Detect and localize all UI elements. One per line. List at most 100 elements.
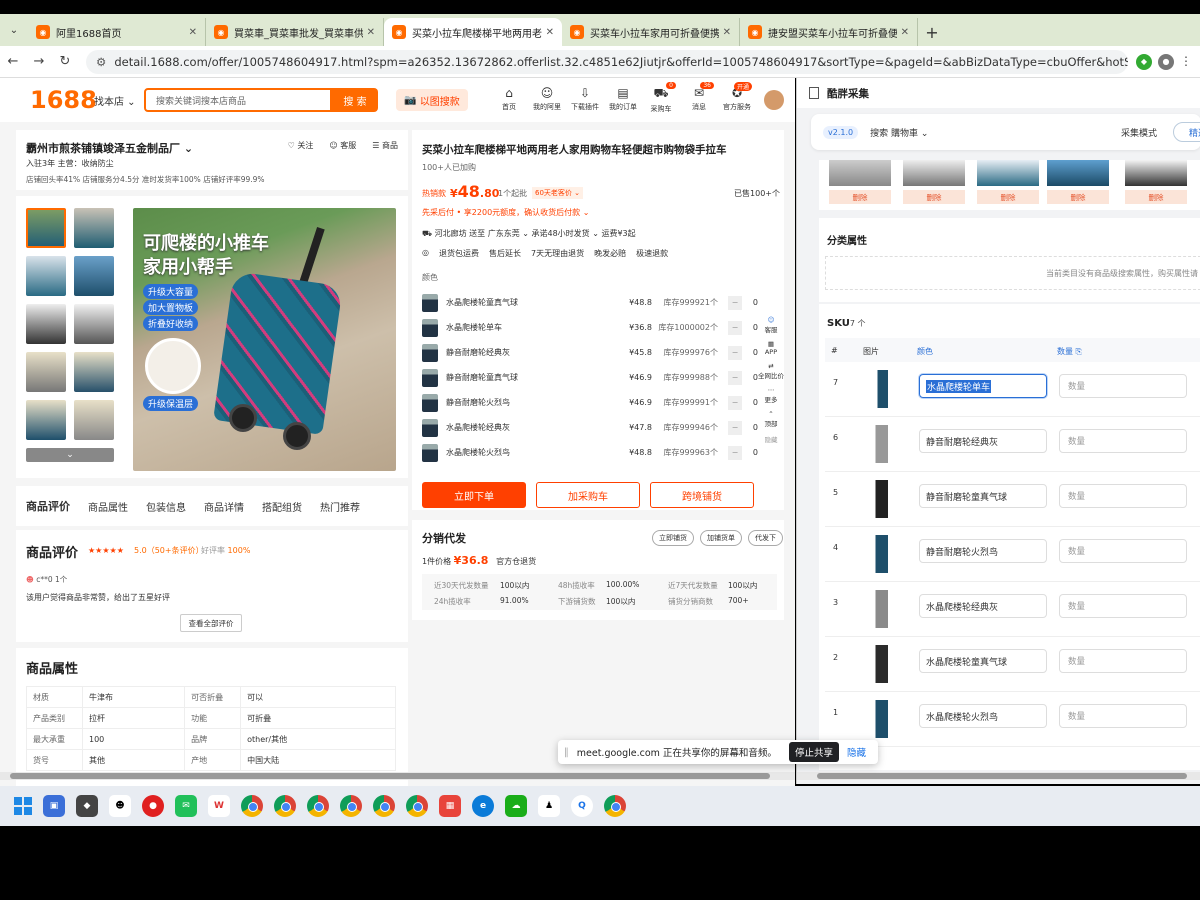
- nav-home[interactable]: ⌂ 首页: [492, 86, 526, 114]
- sku-qty-input[interactable]: 数量: [1059, 649, 1187, 673]
- windows-start-icon[interactable]: [14, 797, 32, 815]
- nav-download-plugin[interactable]: ⇩ 下载插件: [568, 86, 602, 114]
- gallery-thumb[interactable]: [26, 208, 66, 248]
- tab-details[interactable]: 商品详情: [204, 499, 244, 514]
- nav-my-ali[interactable]: ☺ 我的阿里: [530, 86, 564, 114]
- horizontal-scrollbar[interactable]: [0, 772, 795, 780]
- add-to-cart-button[interactable]: 加采购车: [536, 482, 640, 508]
- sku-qty-input[interactable]: 数量: [1059, 539, 1187, 563]
- image-search-button[interactable]: 📷 以图搜款: [396, 89, 468, 111]
- dropship-button[interactable]: 代发下: [748, 530, 783, 546]
- view-all-reviews-button[interactable]: 查看全部评价: [180, 614, 242, 632]
- extension-icon[interactable]: ◆: [1136, 53, 1152, 70]
- sku-name-input[interactable]: 静音耐磨轮童真气球: [919, 484, 1047, 508]
- chrome-icon[interactable]: [241, 795, 263, 817]
- sku-name-input[interactable]: 水晶爬楼轮经典灰: [919, 594, 1047, 618]
- follow-button[interactable]: ♡ 关注: [288, 140, 314, 151]
- close-tab-icon[interactable]: ✕: [546, 27, 554, 38]
- float-app[interactable]: ▦ APP: [765, 340, 777, 356]
- wechat-icon[interactable]: ☁: [505, 795, 527, 817]
- float-more[interactable]: ⋯ 更多: [765, 386, 778, 404]
- gallery-thumb[interactable]: [26, 304, 66, 344]
- nav-my-orders[interactable]: ▤ 我的订单: [606, 86, 640, 114]
- app-cube-icon[interactable]: ◆: [76, 795, 98, 817]
- delete-image-button[interactable]: 删除: [1047, 190, 1109, 204]
- qty-minus-button[interactable]: −: [728, 445, 742, 460]
- close-tab-icon[interactable]: ✕: [901, 27, 909, 38]
- gallery-scroll-down-chevron-icon[interactable]: ⌄: [26, 448, 114, 462]
- add-list-button[interactable]: 加铺货单: [700, 530, 742, 546]
- avatar[interactable]: [764, 90, 784, 110]
- float-compare[interactable]: ⇄ 全网比价: [758, 362, 784, 380]
- tab-3-active[interactable]: ◉ 买菜小拉车爬楼梯平地两用老人 ✕: [384, 18, 562, 46]
- gallery-thumb[interactable]: [26, 352, 66, 392]
- red-app-icon[interactable]: ▦: [439, 795, 461, 817]
- sku-qty-input[interactable]: 数量: [1059, 374, 1187, 398]
- line-app-icon[interactable]: ✉: [175, 795, 197, 817]
- sku-name-input[interactable]: 水晶爬楼轮童真气球: [919, 649, 1047, 673]
- tab-5[interactable]: ◉ 捷安盟买菜车小拉车可折叠便携 ✕: [740, 18, 918, 46]
- tab-reviews[interactable]: 商品评价: [26, 498, 70, 514]
- reload-icon[interactable]: ↻: [52, 54, 78, 69]
- find-shop-dropdown[interactable]: 找本店 ⌄: [94, 93, 144, 108]
- tab-search-chevron-icon[interactable]: ⌄: [0, 14, 28, 46]
- tab-hot[interactable]: 热门推荐: [320, 499, 360, 514]
- back-arrow-icon[interactable]: ←: [0, 54, 26, 69]
- wps-icon[interactable]: W: [208, 795, 230, 817]
- gallery-thumb[interactable]: [74, 208, 114, 248]
- delete-image-button[interactable]: 删除: [903, 190, 965, 204]
- gallery-thumb[interactable]: [74, 304, 114, 344]
- nav-official-service[interactable]: 开通 ✪ 官方服务: [720, 82, 754, 114]
- tab-4[interactable]: ◉ 买菜车小拉车家用可折叠便携 ✕: [562, 18, 740, 46]
- hide-banner-button[interactable]: 隐藏: [847, 745, 866, 759]
- gallery-thumb[interactable]: [74, 352, 114, 392]
- customer-service-button[interactable]: ☺ 客服: [329, 140, 356, 151]
- new-tab-plus-icon[interactable]: +: [918, 18, 946, 46]
- chrome-icon[interactable]: [373, 795, 395, 817]
- loyal-price-dropdown[interactable]: 60天老客价 ⌄: [532, 187, 583, 199]
- edge-icon[interactable]: e: [472, 795, 494, 817]
- stop-sharing-button[interactable]: 停止共享: [788, 742, 839, 762]
- chrome-icon[interactable]: [406, 795, 428, 817]
- chrome-icon[interactable]: [274, 795, 296, 817]
- float-top[interactable]: ⌃ 顶部: [765, 410, 778, 428]
- extension-scrollbar[interactable]: [797, 772, 1200, 780]
- qty-minus-button[interactable]: −: [728, 345, 742, 360]
- search-app-icon[interactable]: Q: [571, 795, 593, 817]
- profile-icon[interactable]: ●: [1158, 53, 1174, 70]
- gallery-thumb[interactable]: [26, 400, 66, 440]
- tab-1[interactable]: ◉ 阿里1688首页 ✕: [28, 18, 206, 46]
- delete-image-button[interactable]: 删除: [1125, 190, 1187, 204]
- chrome-icon[interactable]: [340, 795, 362, 817]
- close-tab-icon[interactable]: ✕: [189, 27, 197, 38]
- close-tab-icon[interactable]: ✕: [367, 27, 375, 38]
- scrollbar-thumb[interactable]: [817, 773, 1187, 779]
- chrome-icon[interactable]: [307, 795, 329, 817]
- sku-name-input[interactable]: 静音耐磨轮经典灰: [919, 429, 1047, 453]
- shipping-info[interactable]: ⛟ 河北廊坊 送至 广东东莞 ⌄ 承诺48小时发货 ⌄ 运费¥3起: [422, 228, 636, 239]
- list-now-button[interactable]: 立即铺货: [652, 530, 694, 546]
- sku-qty-input[interactable]: 数量: [1059, 484, 1187, 508]
- address-bar[interactable]: ⚙ detail.1688.com/offer/1005748604917.ht…: [86, 49, 1128, 74]
- store-app-icon[interactable]: ▣: [43, 795, 65, 817]
- menu-kebab-icon[interactable]: ⋮: [1180, 54, 1192, 70]
- tab-attributes[interactable]: 商品属性: [88, 499, 128, 514]
- tab-bundle[interactable]: 搭配组货: [262, 499, 302, 514]
- close-tab-icon[interactable]: ✕: [723, 27, 731, 38]
- tab-packaging[interactable]: 包装信息: [146, 499, 186, 514]
- qty-minus-button[interactable]: −: [728, 370, 742, 385]
- forward-arrow-icon[interactable]: →: [26, 54, 52, 69]
- search-scope-select[interactable]: 搜索 購物車 ⌄: [870, 126, 928, 139]
- tab-2[interactable]: ◉ 買菜車_買菜車批发_買菜車供应 ✕: [206, 18, 384, 46]
- search-button[interactable]: 搜 索: [332, 88, 378, 112]
- buy-now-button[interactable]: 立即下单: [422, 482, 526, 508]
- sku-name-input[interactable]: 水晶爬楼轮火烈鸟: [919, 704, 1047, 728]
- gallery-thumb[interactable]: [26, 256, 66, 296]
- float-hide[interactable]: 隐藏: [765, 434, 778, 444]
- chrome-icon[interactable]: [604, 795, 626, 817]
- gallery-thumb[interactable]: [74, 256, 114, 296]
- weibo-icon[interactable]: ●: [142, 795, 164, 817]
- shop-search-input[interactable]: 搜索关键词搜本店商品: [144, 88, 332, 112]
- delete-image-button[interactable]: 删除: [977, 190, 1039, 204]
- sku-qty-input[interactable]: 数量: [1059, 429, 1187, 453]
